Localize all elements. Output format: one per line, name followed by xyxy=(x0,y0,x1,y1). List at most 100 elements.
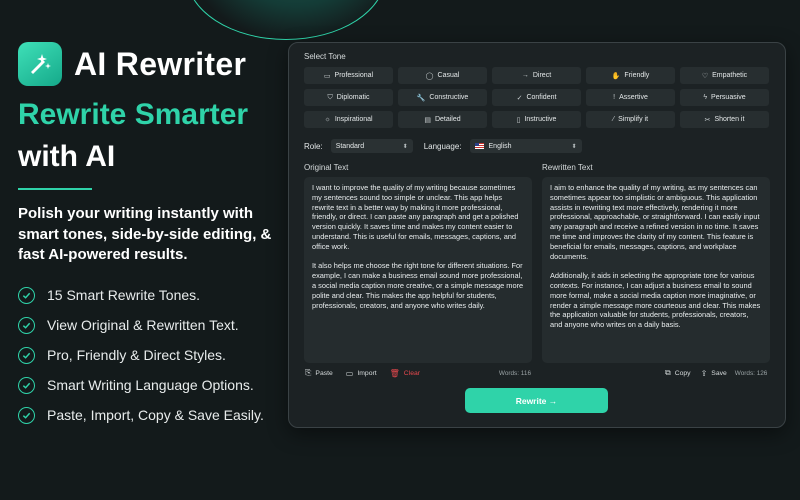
feature-item: 15 Smart Rewrite Tones. xyxy=(18,280,264,310)
book-icon: ▯ xyxy=(516,116,521,124)
paste-button[interactable]: ⎘ Paste xyxy=(305,368,333,378)
rewritten-word-count: Words: 126 xyxy=(734,369,768,377)
shield-icon: ⛉ xyxy=(327,93,333,101)
select-tone-label: Select Tone xyxy=(304,52,346,61)
headline-accent: Rewrite Smarter xyxy=(18,98,249,131)
chevron-updown-icon: ⬍ xyxy=(571,143,577,150)
tone-diplomatic[interactable]: ⛉ Diplomatic xyxy=(304,89,393,106)
tone-label: Empathetic xyxy=(712,72,748,79)
check-circle-icon xyxy=(18,346,35,364)
tone-label: Persuasive xyxy=(711,94,746,101)
feature-item: Paste, Import, Copy & Save Easily. xyxy=(18,400,264,430)
folder-icon: ▭ xyxy=(345,368,354,378)
hero-description: Polish your writing instantly with smart… xyxy=(18,205,272,263)
briefcase-icon: ▭ xyxy=(323,72,331,80)
feature-text: Pro, Friendly & Direct Styles. xyxy=(47,347,226,363)
tone-label: Shorten it xyxy=(714,116,745,123)
sun-icon: ☼ xyxy=(324,116,331,123)
app-name: AI Rewriter xyxy=(74,45,247,82)
tone-label: Friendly xyxy=(624,72,650,79)
language-value-wrap: English xyxy=(474,143,511,150)
tone-inspirational[interactable]: ☼ Inspirational xyxy=(304,111,393,128)
rewrite-button[interactable]: Rewrite → xyxy=(465,388,608,413)
tone-direct[interactable]: → Direct xyxy=(492,67,581,84)
rewritten-paragraph: Additionally, it aids in selecting the a… xyxy=(550,271,761,330)
save-icon: ⇪ xyxy=(700,368,708,378)
feature-text: View Original & Rewritten Text. xyxy=(47,317,239,333)
import-button[interactable]: ▭ Import xyxy=(346,369,377,378)
language-label: Language: xyxy=(423,141,462,151)
feature-text: 15 Smart Rewrite Tones. xyxy=(47,287,201,303)
rewritten-text-label: Rewritten Text xyxy=(542,163,593,172)
check-circle-icon xyxy=(18,406,35,424)
tone-label: Confident xyxy=(526,94,557,101)
chat-bubble-icon: ◯ xyxy=(425,72,434,80)
feature-text: Paste, Import, Copy & Save Easily. xyxy=(47,407,264,423)
tone-empathetic[interactable]: ♡ Empathetic xyxy=(680,67,769,84)
wrench-icon: 🔧 xyxy=(416,94,426,102)
feature-text: Smart Writing Language Options. xyxy=(47,377,254,393)
original-paragraph: I want to improve the quality of my writ… xyxy=(312,183,519,251)
rewritten-text-area[interactable]: I aim to enhance the quality of my writi… xyxy=(542,177,770,363)
tone-simplify-it[interactable]: ⁄ Simplify it xyxy=(586,111,675,128)
copy-label: Copy xyxy=(674,369,691,377)
tone-persuasive[interactable]: ϟ Persuasive xyxy=(680,89,769,106)
bolt-icon: ϟ xyxy=(703,94,708,101)
role-select[interactable]: Standard ⬍ xyxy=(330,139,413,153)
clear-label: Clear xyxy=(403,369,421,377)
tone-confident[interactable]: ✓ Confident xyxy=(492,89,581,106)
app-window: Select Tone ▭ Professional ◯ Casual → Direct ✋… xyxy=(288,42,786,428)
check-circle-icon xyxy=(18,376,35,394)
tone-assertive[interactable]: ! Assertive xyxy=(586,89,675,106)
tone-label: Instructive xyxy=(524,116,557,123)
exclamation-circle-icon: ! xyxy=(613,94,616,101)
hand-icon: ✋ xyxy=(611,72,621,80)
tone-friendly[interactable]: ✋ Friendly xyxy=(586,67,675,84)
role-value: Standard xyxy=(335,142,365,150)
save-label: Save xyxy=(711,369,727,377)
headline-plain: with AI xyxy=(18,140,116,173)
feature-item: Pro, Friendly & Direct Styles. xyxy=(18,340,264,370)
tone-label: Diplomatic xyxy=(336,94,370,101)
heart-icon: ♡ xyxy=(701,72,709,80)
tone-constructive[interactable]: 🔧 Constructive xyxy=(398,89,487,106)
chevron-updown-icon: ⬍ xyxy=(402,143,408,150)
check-circle-icon xyxy=(18,316,35,334)
tone-label: Assertive xyxy=(619,94,648,101)
tone-detailed[interactable]: ▤ Detailed xyxy=(398,111,487,128)
original-word-count: Words: 116 xyxy=(498,369,531,377)
tone-label: Professional xyxy=(334,72,374,79)
copy-icon: ⧉ xyxy=(665,368,671,377)
clipboard-icon: ⎘ xyxy=(305,368,312,377)
rewritten-paragraph: I aim to enhance the quality of my writi… xyxy=(550,183,760,261)
paste-label: Paste xyxy=(315,369,333,377)
tone-label: Detailed xyxy=(434,116,461,123)
tone-casual[interactable]: ◯ Casual xyxy=(398,67,487,84)
tone-label: Constructive xyxy=(429,94,469,101)
tone-shorten-it[interactable]: ✂ Shorten it xyxy=(680,111,769,128)
tone-grid: ▭ Professional ◯ Casual → Direct ✋ Friendly ♡ Emp… xyxy=(304,67,770,128)
feature-list: 15 Smart Rewrite Tones. View Original & … xyxy=(18,280,264,430)
tone-label: Simplify it xyxy=(618,116,649,123)
role-label: Role: xyxy=(304,141,323,151)
clear-button[interactable]: 🗑 Clear xyxy=(390,369,420,378)
brand: AI Rewriter xyxy=(18,42,246,86)
copy-button[interactable]: ⧉ Copy xyxy=(665,368,691,378)
tone-professional[interactable]: ▭ Professional xyxy=(304,67,393,84)
tone-label: Direct xyxy=(532,72,552,79)
check-circle-icon: ✓ xyxy=(516,94,523,102)
tone-instructive[interactable]: ▯ Instructive xyxy=(492,111,581,128)
us-flag-icon xyxy=(474,143,484,149)
original-toolbar: ⎘ Paste ▭ Import 🗑 Clear Words: 116 xyxy=(305,366,531,380)
feature-item: View Original & Rewritten Text. xyxy=(18,310,264,340)
original-text-area[interactable]: I want to improve the quality of my writ… xyxy=(304,177,532,363)
trash-icon: 🗑 xyxy=(389,368,400,378)
save-button[interactable]: ⇪ Save xyxy=(701,369,727,378)
original-paragraph: It also helps me choose the right tone f… xyxy=(312,261,524,310)
language-select[interactable]: English ⬍ xyxy=(469,139,582,153)
arrow-right-icon: → xyxy=(521,72,529,79)
feature-item: Smart Writing Language Options. xyxy=(18,370,264,400)
tone-label: Casual xyxy=(437,72,460,79)
wand-icon: ⁄ xyxy=(612,116,615,123)
headline-divider xyxy=(18,188,92,190)
